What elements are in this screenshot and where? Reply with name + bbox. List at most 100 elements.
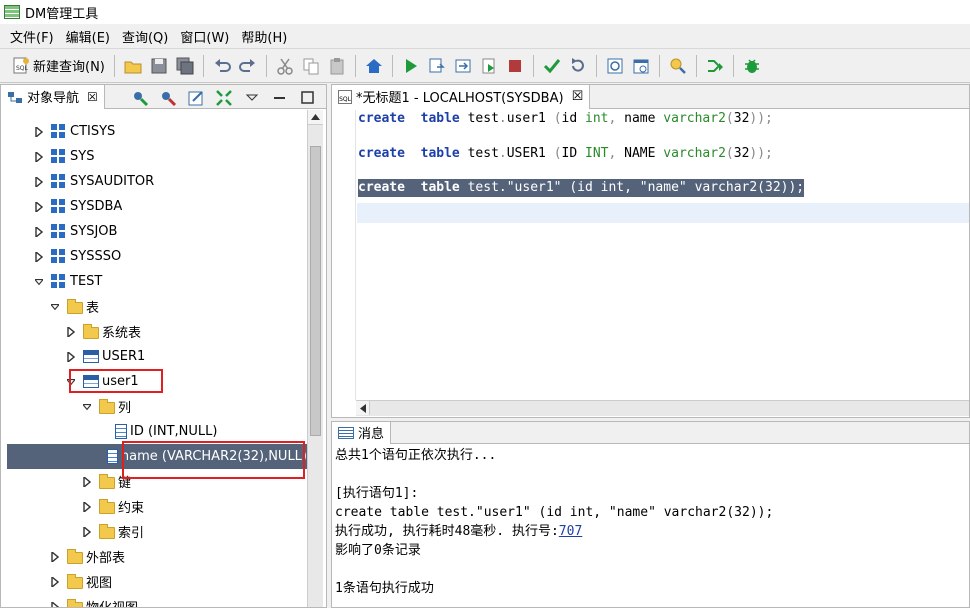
- tree-node[interactable]: 约束: [7, 494, 307, 519]
- home-button[interactable]: [363, 55, 385, 77]
- schedule-button[interactable]: [630, 55, 652, 77]
- collapse-arrow-icon[interactable]: [81, 401, 93, 413]
- expand-arrow-icon[interactable]: [81, 526, 93, 538]
- code-token: user1: [506, 111, 554, 126]
- expand-arrow-icon[interactable]: [65, 351, 77, 363]
- message-line-exec: 执行成功, 执行耗时48毫秒. 执行号:707: [335, 522, 582, 541]
- maximize-button[interactable]: [297, 87, 319, 109]
- execute-button[interactable]: [400, 55, 422, 77]
- collapse-arrow-icon[interactable]: [33, 276, 45, 288]
- expand-arrow-icon[interactable]: [49, 576, 61, 588]
- tree-node[interactable]: 外部表: [7, 544, 307, 569]
- expand-arrow-icon[interactable]: [81, 476, 93, 488]
- scroll-thumb[interactable]: [310, 146, 321, 436]
- undo-button[interactable]: [211, 55, 233, 77]
- expand-arrow-icon[interactable]: [33, 151, 45, 163]
- tree-node[interactable]: SYSJOB: [7, 219, 307, 244]
- connect-button[interactable]: [129, 87, 151, 109]
- close-icon[interactable]: ☒: [87, 90, 98, 104]
- collapse-arrow-icon[interactable]: [49, 301, 61, 313]
- explain-button[interactable]: [604, 55, 626, 77]
- tree-vertical-scrollbar[interactable]: [307, 110, 323, 607]
- tree-node[interactable]: 列: [7, 394, 307, 419]
- expand-arrow-icon[interactable]: [65, 326, 77, 338]
- tree-node[interactable]: SYSAUDITOR: [7, 169, 307, 194]
- expand-arrow-icon[interactable]: [33, 226, 45, 238]
- tab-object-navigator[interactable]: 对象导航 ☒: [1, 84, 105, 109]
- scroll-up-arrow[interactable]: [308, 110, 323, 125]
- folder-icon: [83, 323, 99, 339]
- rollback-button[interactable]: [567, 55, 589, 77]
- folder-icon: [99, 398, 115, 414]
- tree-node[interactable]: 物化视图: [7, 594, 307, 607]
- menu-file[interactable]: 文件(F): [4, 27, 60, 46]
- debug-step-button[interactable]: [704, 55, 726, 77]
- expand-arrow-icon[interactable]: [33, 126, 45, 138]
- stop-button[interactable]: [504, 55, 526, 77]
- tree-node[interactable]: USER1: [7, 344, 307, 369]
- code-token: (: [725, 111, 734, 126]
- toolbar-separator: [695, 54, 697, 77]
- code-token: create: [358, 111, 405, 126]
- tree-node[interactable]: 表: [7, 294, 307, 319]
- step-icon: [455, 59, 471, 72]
- disconnect-button[interactable]: [157, 87, 179, 109]
- view-menu-button[interactable]: [241, 87, 263, 109]
- toolbar-separator: [202, 54, 204, 77]
- tune-button[interactable]: [667, 55, 689, 77]
- code-editor[interactable]: create table test.user1 (id int, name va…: [332, 110, 969, 400]
- tree-node[interactable]: 视图: [7, 569, 307, 594]
- rollback-icon: [571, 57, 584, 72]
- folder-icon: [67, 598, 83, 607]
- tree-node[interactable]: CTISYS: [7, 119, 307, 144]
- save-button[interactable]: [148, 55, 170, 77]
- minimize-button[interactable]: [269, 87, 291, 109]
- expand-arrow-icon[interactable]: [33, 176, 45, 188]
- minimize-icon: [274, 97, 285, 99]
- run-script-button[interactable]: [478, 55, 500, 77]
- calendar-icon: [633, 59, 649, 73]
- close-icon[interactable]: ☒: [572, 89, 584, 104]
- debug-button[interactable]: [741, 55, 763, 77]
- collapse-all-button[interactable]: [213, 87, 235, 109]
- editor-horizontal-scrollbar[interactable]: [356, 400, 969, 416]
- save-all-button[interactable]: [174, 55, 196, 77]
- menu-query[interactable]: 查询(Q): [116, 27, 174, 46]
- execute-plan-button[interactable]: [426, 55, 448, 77]
- scroll-left-arrow[interactable]: [356, 401, 370, 415]
- cut-button[interactable]: [274, 55, 296, 77]
- paste-button[interactable]: [326, 55, 348, 77]
- tree-node[interactable]: SYS: [7, 144, 307, 169]
- copy-button[interactable]: [300, 55, 322, 77]
- menu-help[interactable]: 帮助(H): [235, 27, 293, 46]
- tree-node[interactable]: 索引: [7, 519, 307, 544]
- step-button[interactable]: [452, 55, 474, 77]
- expand-arrow-icon[interactable]: [49, 601, 61, 607]
- triangle-up-icon: [311, 114, 320, 120]
- expand-arrow-icon[interactable]: [49, 551, 61, 563]
- redo-button[interactable]: [237, 55, 259, 77]
- tree-node[interactable]: 系统表: [7, 319, 307, 344]
- expand-arrow-icon[interactable]: [81, 501, 93, 513]
- commit-button[interactable]: [541, 55, 563, 77]
- tree-node-label: TEST: [70, 274, 103, 289]
- open-button[interactable]: [122, 55, 144, 77]
- highlight-name-column: [122, 441, 305, 479]
- tab-messages[interactable]: 消息: [332, 421, 392, 444]
- menu-edit[interactable]: 编辑(E): [60, 27, 116, 46]
- tab-untitled-query[interactable]: SQL *无标题1 - LOCALHOST(SYSDBA) ☒: [332, 84, 591, 109]
- new-query-button[interactable]: SQL 新建查询(N): [8, 54, 109, 78]
- menu-window[interactable]: 窗口(W): [174, 27, 235, 46]
- tree-node[interactable]: SYSSSO: [7, 244, 307, 269]
- expand-arrow-icon[interactable]: [33, 201, 45, 213]
- tree-node-label: 系统表: [102, 326, 142, 341]
- plan-icon: [429, 58, 445, 72]
- tree-node[interactable]: TEST: [7, 269, 307, 294]
- exec-number-link[interactable]: 707: [559, 524, 582, 539]
- expand-arrow-icon[interactable]: [33, 251, 45, 263]
- edit-button[interactable]: [185, 87, 207, 109]
- tree-node[interactable]: SYSDBA: [7, 194, 307, 219]
- code-token: table: [420, 111, 460, 126]
